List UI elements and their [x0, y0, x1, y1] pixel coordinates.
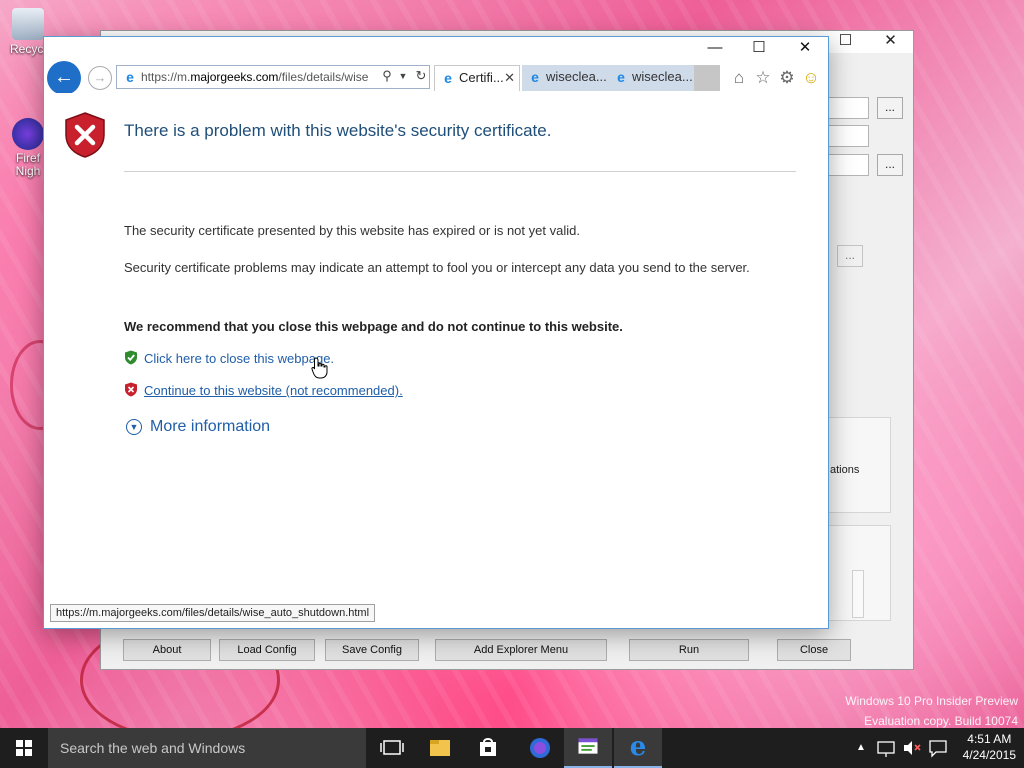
scrollbar[interactable]	[852, 570, 864, 618]
watermark-line: Evaluation copy. Build 10074	[864, 714, 1018, 728]
gear-icon[interactable]: ⚙	[776, 67, 798, 89]
page-title: There is a problem with this website's s…	[124, 121, 552, 140]
close-icon[interactable]: ✕	[782, 37, 828, 59]
internet-explorer-icon[interactable]: e	[614, 728, 662, 768]
tab-label: Certifi...	[459, 70, 504, 85]
file-explorer-icon[interactable]	[416, 728, 464, 768]
ie-logo-icon: e	[617, 69, 625, 85]
tab-label: wisecl​ea...	[632, 69, 693, 84]
browser-window[interactable]: — ☐ ✕ ← → e https://m.majorgeeks.com/fil…	[43, 36, 829, 629]
windows-start-icon[interactable]	[0, 728, 48, 768]
green-shield-icon	[125, 350, 137, 365]
action-center-icon[interactable]	[926, 728, 950, 768]
volume-muted-icon[interactable]	[900, 728, 924, 768]
tab-wisecleaner[interactable]: e wisecl​ea...	[608, 65, 694, 91]
new-tab-button[interactable]	[694, 65, 720, 91]
tab-close-icon[interactable]: ✕	[504, 66, 515, 90]
tab-wisecleaner[interactable]: e wisecl​ea...	[522, 65, 608, 91]
ie-logo-icon: e	[629, 732, 647, 762]
ie-logo-icon: e	[531, 69, 539, 85]
smiley-feedback-icon[interactable]: ☺	[800, 67, 822, 89]
run-button[interactable]: Run	[629, 639, 749, 661]
address-host: majorgeeks.com	[190, 70, 279, 84]
taskbar: Search the web and Windows e ▲ 4:51 AM 4…	[0, 728, 1024, 768]
network-icon[interactable]	[874, 728, 898, 768]
warning-message: Security certificate problems may indica…	[124, 260, 750, 275]
browse-button[interactable]: ...	[877, 154, 903, 176]
minimize-icon[interactable]: —	[692, 37, 738, 59]
clock-time: 4:51 AM	[967, 732, 1012, 746]
task-view-icon[interactable]	[368, 728, 416, 768]
address-scheme: https://m.	[141, 70, 191, 84]
recommendation-text: We recommend that you close this webpage…	[124, 319, 623, 334]
status-bar-url: https://m.majorgeeks.com/files/details/w…	[50, 604, 376, 622]
continue-row: Continue to this website (not recommende…	[124, 382, 403, 398]
store-icon[interactable]	[464, 728, 512, 768]
browse-button[interactable]: ...	[837, 245, 863, 267]
red-shield-icon	[65, 112, 105, 158]
expired-message: The security certificate presented by th…	[124, 223, 580, 238]
favorites-star-icon[interactable]: ☆	[752, 67, 774, 89]
show-hidden-icons-chevron-icon[interactable]: ▲	[852, 728, 870, 768]
address-path: /files/details/wise	[278, 70, 369, 84]
maximize-icon[interactable]: ☐	[823, 31, 868, 53]
watermark-line: Windows 10 Pro Insider Preview	[845, 694, 1018, 708]
close-button[interactable]: Close	[777, 639, 851, 661]
forward-arrow-icon[interactable]: →	[88, 66, 112, 90]
browser-toolbar: — ☐ ✕ ← → e https://m.majorgeeks.com/fil…	[44, 37, 828, 95]
add-explorer-menu-button[interactable]: Add Explorer Menu	[435, 639, 607, 661]
ie-logo-icon: e	[444, 70, 452, 86]
taskbar-search-box[interactable]: Search the web and Windows	[48, 728, 366, 768]
recycle-bin-glyph	[12, 8, 44, 40]
tab-label: wisecl​ea...	[546, 69, 607, 84]
close-icon[interactable]: ✕	[868, 31, 913, 53]
tab-certificate[interactable]: e Certifi... ✕	[434, 65, 520, 91]
red-shield-icon	[125, 382, 137, 397]
ie-logo-icon: e	[126, 69, 134, 85]
home-icon[interactable]: ⌂	[728, 67, 750, 89]
page-content: There is a problem with this website's s…	[44, 93, 828, 628]
group-label: ations	[830, 464, 860, 476]
close-webpage-link[interactable]: Click here to close this webpage.	[144, 351, 334, 366]
more-information-toggle[interactable]: ▼ More information	[126, 418, 270, 436]
save-config-button[interactable]: Save Config	[325, 639, 419, 661]
more-information-label: More information	[150, 418, 271, 435]
hand-cursor-icon	[311, 357, 328, 379]
firefox-nightly-glyph	[12, 118, 44, 150]
clock-date: 4/24/2015	[962, 748, 1016, 762]
firefox-icon[interactable]	[516, 728, 564, 768]
close-webpage-row: Click here to close this webpage.	[124, 350, 334, 366]
dropdown-arrow-icon[interactable]: ▼	[394, 65, 412, 89]
browse-button[interactable]: ...	[877, 97, 903, 119]
back-arrow-icon[interactable]: ←	[47, 61, 81, 95]
taskbar-clock[interactable]: 4:51 AM 4/24/2015	[963, 731, 1016, 763]
about-button[interactable]: About	[123, 639, 211, 661]
maximize-icon[interactable]: ☐	[736, 37, 782, 59]
wise-auto-shutdown-icon[interactable]	[564, 728, 612, 768]
refresh-icon[interactable]: ↻	[412, 65, 430, 89]
windows-watermark: Windows 10 Pro Insider Preview Evaluatio…	[845, 694, 1018, 728]
load-config-button[interactable]: Load Config	[219, 639, 315, 661]
continue-to-website-link[interactable]: Continue to this website (not recommende…	[144, 383, 403, 398]
divider	[124, 171, 796, 172]
chevron-down-icon: ▼	[126, 419, 142, 435]
